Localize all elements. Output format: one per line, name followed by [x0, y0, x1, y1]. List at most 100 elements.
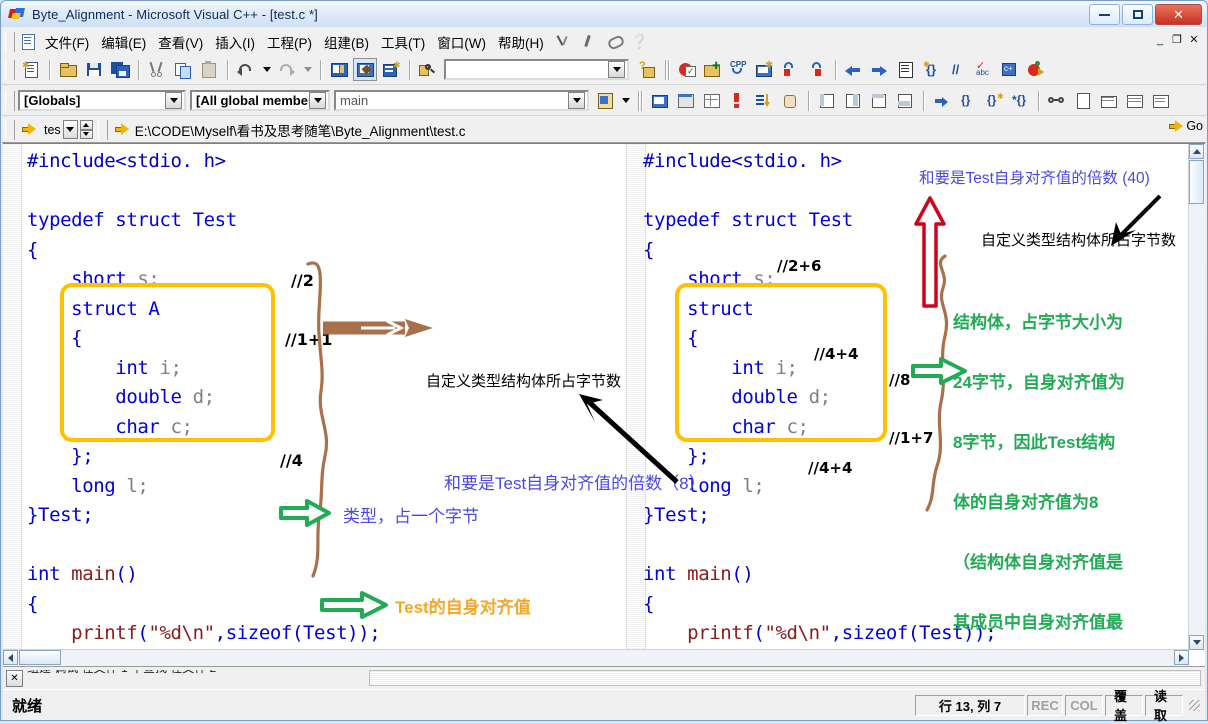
paste-icon[interactable]: [197, 58, 221, 81]
menu-item-view[interactable]: 查看(V): [152, 29, 209, 55]
horizontal-scroll-thumb[interactable]: [19, 650, 61, 665]
execute-icon[interactable]: [1024, 58, 1048, 81]
output-tabs-clipped[interactable]: 组建 调试 在文件 1 中查找 在文件 2: [27, 670, 367, 686]
forward-icon[interactable]: [868, 58, 892, 81]
wizard-dropdown-arrow[interactable]: [619, 89, 632, 112]
uncomment-icon[interactable]: c+: [998, 58, 1022, 81]
glasses-icon[interactable]: [1045, 89, 1069, 112]
output-window-icon[interactable]: [353, 58, 377, 81]
brace-prev-icon[interactable]: *{}: [1008, 89, 1032, 112]
wizard-action-icon[interactable]: [593, 89, 617, 112]
project-tab-dropdown-arrow[interactable]: [62, 120, 78, 139]
pathbar-grip-2[interactable]: [97, 119, 108, 140]
redo-dropdown-arrow[interactable]: [301, 58, 314, 81]
code-editor[interactable]: #include<stdio. h> typedef struct Test{ …: [3, 143, 1205, 666]
workspace-icon[interactable]: [327, 58, 351, 81]
brace-match-icon[interactable]: {}: [956, 89, 980, 112]
maximize-button[interactable]: [1122, 4, 1153, 25]
class-selector-combo[interactable]: [Globals]: [18, 90, 186, 111]
menu-item-tools[interactable]: 工具(T): [375, 29, 431, 55]
function-arrow[interactable]: [568, 92, 585, 109]
member-filter-combo[interactable]: [All global members]: [190, 90, 330, 111]
brace-next-icon[interactable]: {} ✱: [982, 89, 1006, 112]
close-button[interactable]: ✕: [1155, 4, 1202, 25]
scroll-right-button[interactable]: [1174, 650, 1189, 665]
class-wizard-icon[interactable]: ✱: [379, 58, 403, 81]
undo-dropdown-arrow[interactable]: [260, 58, 273, 81]
compile-icon[interactable]: ✓: [675, 58, 699, 81]
pathbar-grip[interactable]: [5, 119, 15, 140]
function-combo[interactable]: main: [334, 90, 589, 111]
editor-vertical-scrollbar[interactable]: [1188, 144, 1205, 650]
vertical-scroll-thumb[interactable]: [1189, 160, 1204, 204]
standard-toolbar-grip[interactable]: [5, 59, 15, 80]
hand-icon[interactable]: [778, 89, 802, 112]
open-folder-icon[interactable]: [56, 58, 80, 81]
scroll-up-button[interactable]: [1189, 144, 1204, 159]
layout-1-icon[interactable]: [815, 89, 839, 112]
menu-item-file[interactable]: 文件(F): [39, 29, 95, 55]
menu-item-insert[interactable]: 插入(I): [209, 29, 261, 55]
save-icon[interactable]: [82, 58, 106, 81]
undo-icon[interactable]: [234, 58, 258, 81]
go-button[interactable]: Go: [1169, 119, 1203, 133]
spellcheck-icon[interactable]: ✓ abc: [972, 58, 996, 81]
project-tab-combo[interactable]: tes: [42, 119, 93, 140]
compile-tool-icon[interactable]: [556, 33, 573, 50]
braces-icon[interactable]: {} ✱: [920, 58, 944, 81]
scroll-left-button[interactable]: [3, 650, 18, 665]
help-search-icon[interactable]: ?: [635, 58, 659, 81]
project-tab-spinner[interactable]: [79, 120, 93, 139]
find-in-files-icon[interactable]: [416, 58, 440, 81]
build-icon[interactable]: ✚: [701, 58, 725, 81]
layout-4-icon[interactable]: [893, 89, 917, 112]
insert-file-icon[interactable]: [1071, 89, 1095, 112]
menu-item-help[interactable]: 帮助(H): [492, 29, 550, 55]
sort-icon[interactable]: [752, 89, 776, 112]
breakpoint-icon[interactable]: [726, 89, 750, 112]
comment-icon[interactable]: //: [946, 58, 970, 81]
menubar-grip[interactable]: [5, 31, 15, 52]
editor-horizontal-scrollbar[interactable]: [3, 649, 1189, 666]
mdi-minimize-button[interactable]: _: [1152, 32, 1168, 47]
list-icon[interactable]: [1149, 89, 1173, 112]
mdi-restore-button[interactable]: ❐: [1169, 32, 1185, 47]
output-close-button[interactable]: ✕: [6, 669, 23, 687]
cut-icon[interactable]: [145, 58, 169, 81]
menu-item-edit[interactable]: 编辑(E): [95, 29, 152, 55]
stop-debug-icon[interactable]: [805, 58, 829, 81]
back-icon[interactable]: [842, 58, 866, 81]
eraser-tool-icon[interactable]: [606, 33, 623, 50]
help-question-icon[interactable]: ❔: [631, 33, 648, 50]
find-dropdown-arrow[interactable]: [608, 61, 625, 78]
resize-grip[interactable]: [1187, 698, 1201, 712]
copy-icon[interactable]: [171, 58, 195, 81]
grid-icon[interactable]: [700, 89, 724, 112]
resource-view-icon[interactable]: [648, 89, 672, 112]
wizardbar-grip[interactable]: [5, 90, 15, 111]
stop-build-icon[interactable]: [779, 58, 803, 81]
member-filter-arrow[interactable]: [309, 92, 326, 109]
mdi-close-button[interactable]: ✕: [1186, 32, 1202, 47]
status-read-indicator: 读取: [1145, 689, 1183, 723]
menu-item-build[interactable]: 组建(B): [318, 29, 375, 55]
bookmark-icon[interactable]: [894, 58, 918, 81]
pencil-tool-icon[interactable]: [581, 33, 598, 50]
redo-icon[interactable]: [275, 58, 299, 81]
scroll-down-button[interactable]: [1189, 635, 1204, 650]
menu-item-window[interactable]: 窗口(W): [431, 29, 492, 55]
new-file-icon[interactable]: ✱: [19, 58, 43, 81]
menu-item-project[interactable]: 工程(P): [261, 29, 318, 55]
find-combo[interactable]: [444, 59, 629, 80]
layout-3-icon[interactable]: [867, 89, 891, 112]
table-icon[interactable]: [1123, 89, 1147, 112]
class-selector-arrow[interactable]: [165, 92, 182, 109]
rebuild-all-icon[interactable]: ✱: [753, 58, 777, 81]
build-cpp-icon[interactable]: CPP: [727, 58, 751, 81]
layout-2-icon[interactable]: [841, 89, 865, 112]
mail-icon[interactable]: [1097, 89, 1121, 112]
save-all-icon[interactable]: [108, 58, 132, 81]
goto-next-icon[interactable]: [930, 89, 954, 112]
dialog-editor-icon[interactable]: [674, 89, 698, 112]
minimize-button[interactable]: [1089, 4, 1120, 25]
